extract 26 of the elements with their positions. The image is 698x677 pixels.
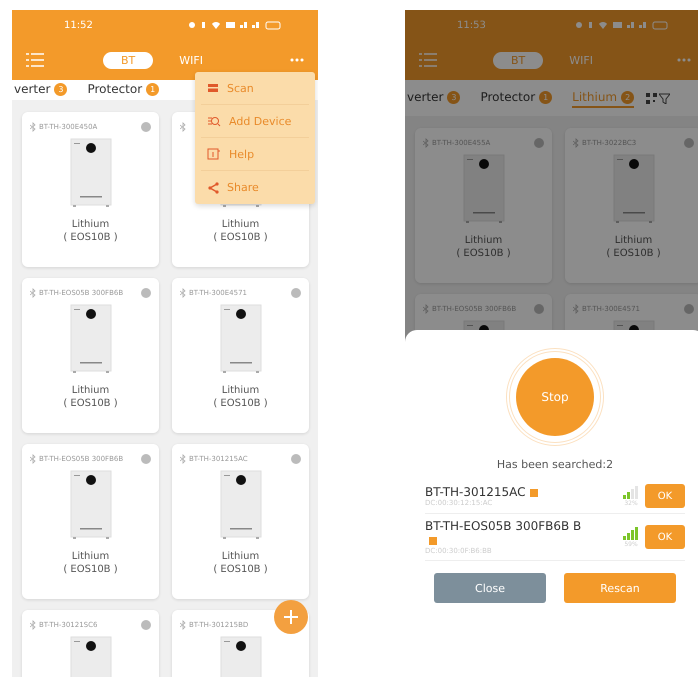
device-model: ( EOS10B ): [213, 231, 268, 244]
count-badge: 1: [539, 90, 552, 104]
search-count-text: Has been searched:2: [496, 458, 614, 471]
device-name: Lithium: [72, 550, 110, 563]
device-name: Lithium: [222, 384, 260, 397]
device-name: Lithium: [72, 384, 110, 397]
device-model: ( EOS10B ): [456, 247, 511, 260]
device-name: BT-TH-EOS05B 300FB6B B: [425, 519, 585, 547]
device-model: ( EOS10B ): [63, 231, 118, 244]
device-model: ( EOS10B ): [63, 397, 118, 410]
device-model: ( EOS10B ): [63, 563, 118, 576]
device-name: BT-TH-301215AC: [425, 485, 585, 499]
count-badge: 3: [447, 90, 460, 104]
device-name: Lithium: [72, 218, 110, 231]
device-name: Lithium: [614, 234, 652, 247]
count-badge: 3: [54, 82, 68, 96]
status-time: 11:52: [64, 20, 93, 30]
device-model: ( EOS10B ): [213, 397, 268, 410]
device-name: Lithium: [222, 550, 260, 563]
device-model: ( EOS10B ): [213, 563, 268, 576]
device-name: Lithium: [222, 218, 260, 231]
device-name: Lithium: [464, 234, 502, 247]
device-model: ( EOS10B ): [606, 247, 661, 260]
count-badge: 2: [621, 90, 634, 104]
status-time: 11:53: [457, 20, 486, 30]
count-badge: 1: [146, 82, 160, 96]
